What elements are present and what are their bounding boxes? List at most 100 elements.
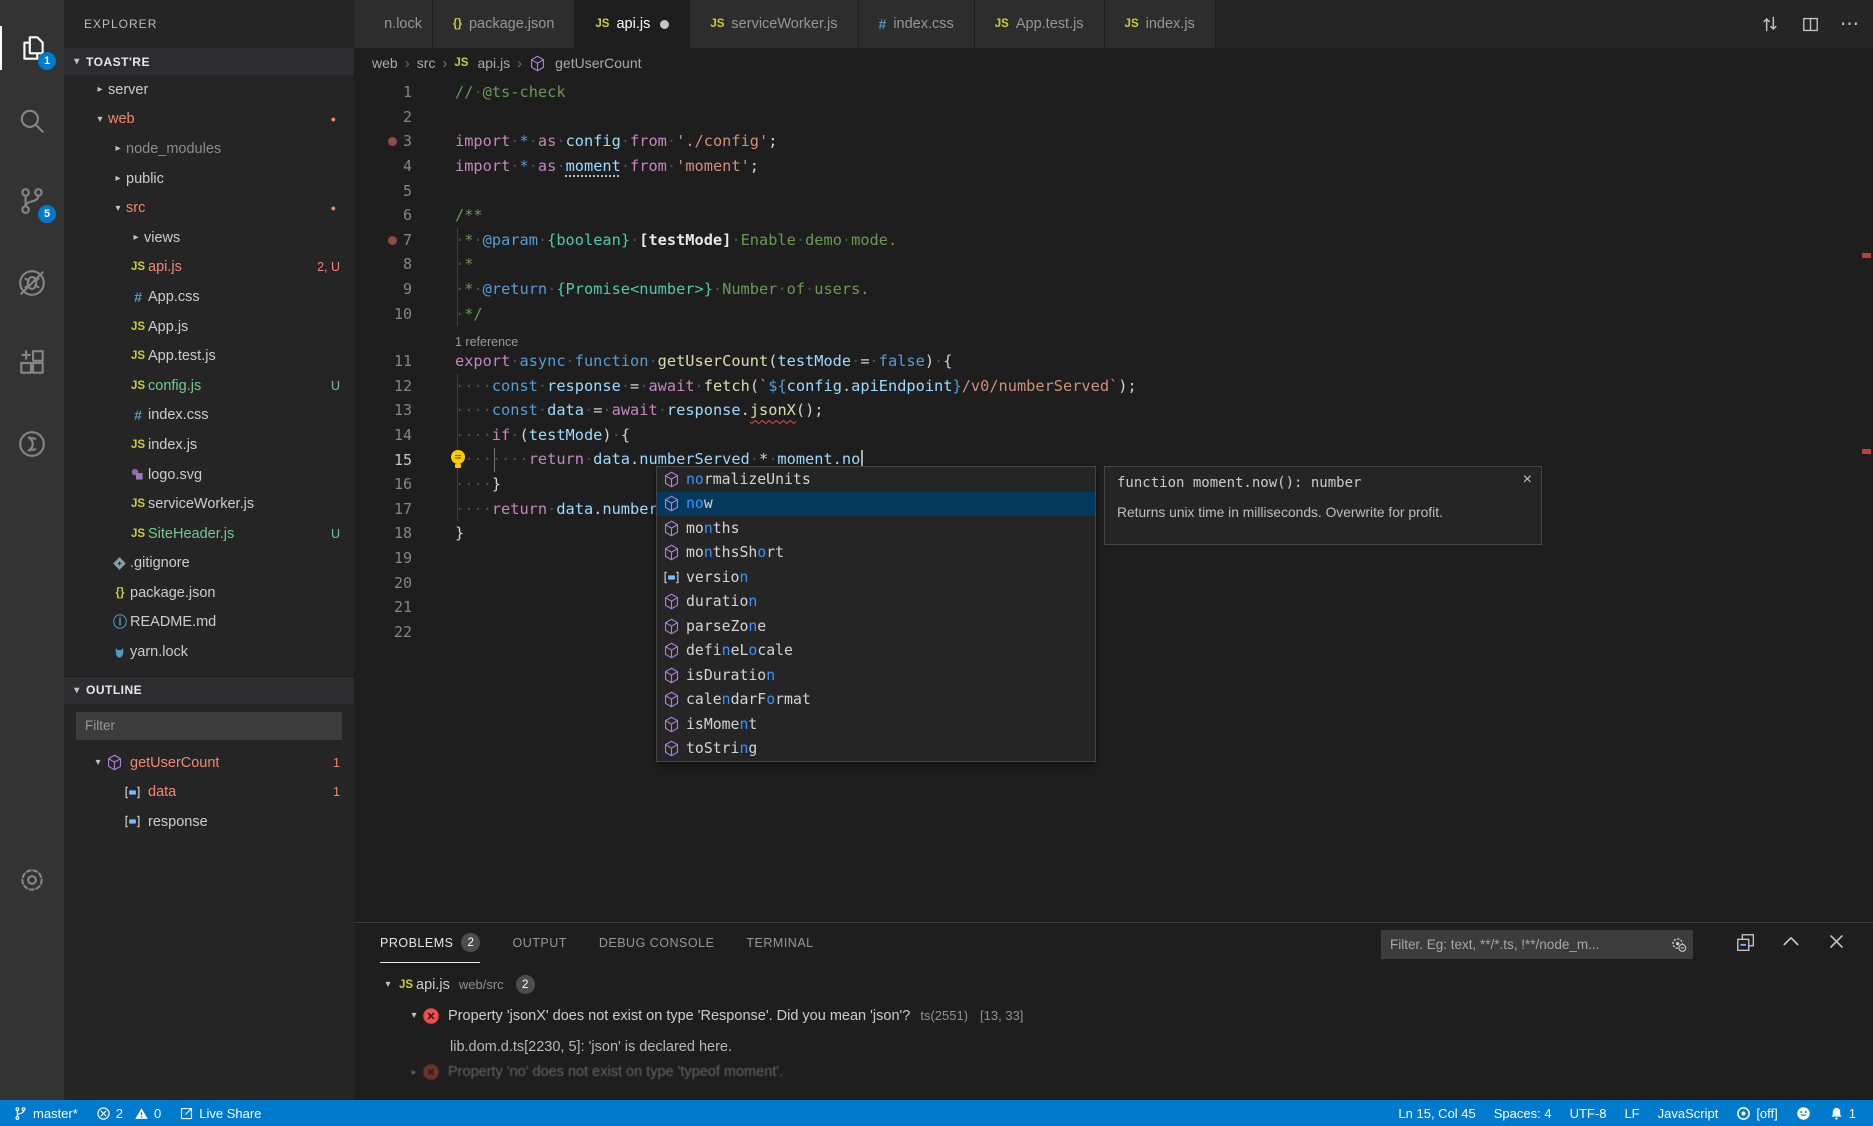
activity-item-search[interactable] — [0, 99, 64, 143]
language-mode-status[interactable]: JavaScript — [1649, 1100, 1728, 1126]
tree-item-node-modules[interactable]: ▸node_modules — [64, 134, 354, 164]
breakpoint-icon[interactable] — [388, 236, 397, 245]
code-line-6[interactable]: 6/** — [354, 203, 1861, 228]
tab-serviceworker-js[interactable]: JSserviceWorker.js — [690, 0, 858, 48]
suggest-item-ismoment[interactable]: isMoment — [657, 712, 1095, 737]
activity-item-debug[interactable] — [0, 261, 64, 305]
git-branch-status[interactable]: master* — [4, 1100, 87, 1126]
code-line-9[interactable]: 9·*·@return·{Promise<number>}·Number·of·… — [354, 277, 1861, 302]
code-line-3[interactable]: 3import·*·as·config·from·'./config'; — [354, 129, 1861, 154]
tree-item-config-js[interactable]: JSconfig.jsU — [64, 371, 354, 401]
tree-item-app-css[interactable]: #App.css — [64, 282, 354, 312]
split-editor-button[interactable] — [1797, 11, 1823, 37]
panel-tab-problems[interactable]: PROBLEMS2 — [380, 923, 480, 963]
code-line-20[interactable]: 20 — [354, 570, 1861, 595]
breadcrumb-item-src[interactable]: src — [417, 55, 436, 71]
tab-index-css[interactable]: #index.css — [859, 0, 975, 48]
project-section-header[interactable]: ▾ TOAST'RE — [64, 48, 354, 75]
tree-item-src[interactable]: ▾src● — [64, 193, 354, 223]
code-line-5[interactable]: 5 — [354, 178, 1861, 203]
suggest-item-duration[interactable]: duration — [657, 590, 1095, 615]
suggest-item-parsezone[interactable]: parseZone — [657, 614, 1095, 639]
more-actions-button[interactable]: ⋯ — [1837, 11, 1863, 37]
tree-item-views[interactable]: ▸views — [64, 223, 354, 253]
collapse-all-button[interactable] — [1735, 932, 1759, 956]
code-line-14[interactable]: 14····if·(testMode)·{ — [354, 423, 1861, 448]
outline-item-response[interactable]: response — [64, 807, 354, 837]
breadcrumb-item-web[interactable]: web — [372, 55, 398, 71]
code-line-10[interactable]: 10·*/ — [354, 301, 1861, 326]
panel-tab-output[interactable]: OUTPUT — [512, 923, 566, 963]
activity-item-source-control[interactable]: 5 — [0, 179, 64, 223]
tree-item-app-js[interactable]: JSApp.js — [64, 312, 354, 342]
tree-item-web[interactable]: ▾web● — [64, 105, 354, 135]
tree-item-package-json[interactable]: {}package.json — [64, 578, 354, 608]
activity-item-explorer[interactable]: 1 — [0, 26, 64, 70]
cursor-position-status[interactable]: Ln 15, Col 45 — [1389, 1100, 1484, 1126]
tree-item-logo-svg[interactable]: logo.svg — [64, 460, 354, 490]
code-area[interactable]: 1//·@ts-check23import·*·as·config·from·'… — [354, 80, 1861, 644]
tree-item-readme-md[interactable]: ⓘREADME.md — [64, 608, 354, 638]
tree-item-api-js[interactable]: JSapi.js2, U — [64, 253, 354, 283]
problems-error-row[interactable]: ▾ Property 'jsonX' does not exist on typ… — [354, 1000, 1873, 1031]
suggest-item-calendarformat[interactable]: calendarFormat — [657, 688, 1095, 713]
problems-filter-input[interactable] — [1381, 937, 1670, 952]
code-line-1[interactable]: 1//·@ts-check — [354, 80, 1861, 105]
panel-tab-terminal[interactable]: TERMINAL — [746, 923, 813, 963]
code-line-11[interactable]: 11export·async·function·getUserCount(tes… — [354, 349, 1861, 374]
codelens-references[interactable]: 1 reference — [354, 326, 1861, 349]
maximize-panel-button[interactable] — [1781, 932, 1805, 956]
code-line-7[interactable]: 7·*·@param·{boolean}·[testMode]·Enable·d… — [354, 228, 1861, 253]
outline-item-getusercount[interactable]: ▾getUserCount1 — [64, 748, 354, 778]
code-line-8[interactable]: 8·* — [354, 252, 1861, 277]
tree-item-yarn-lock[interactable]: yarn.lock — [64, 637, 354, 667]
tree-item-siteheader-js[interactable]: JSSiteHeader.jsU — [64, 519, 354, 549]
tree-item-server[interactable]: ▸server — [64, 75, 354, 105]
problems-partial-row[interactable]: ▸ Property 'no' does not exist on type '… — [354, 1062, 1873, 1082]
open-changes-button[interactable] — [1757, 11, 1783, 37]
tree-item-public[interactable]: ▸public — [64, 164, 354, 194]
code-line-21[interactable]: 21 — [354, 595, 1861, 620]
outline-section-header[interactable]: ▾ OUTLINE — [64, 677, 354, 704]
code-line-22[interactable]: 22 — [354, 619, 1861, 644]
indentation-status[interactable]: Spaces: 4 — [1485, 1100, 1561, 1126]
tab-n-lock[interactable]: n.lock — [354, 0, 433, 48]
breadcrumb-item-getusercount[interactable]: getUserCount — [529, 55, 641, 72]
tree-item-serviceworker-js[interactable]: JSserviceWorker.js — [64, 489, 354, 519]
close-panel-button[interactable] — [1827, 932, 1851, 956]
tree-item-index-js[interactable]: JSindex.js — [64, 430, 354, 460]
eol-status[interactable]: LF — [1615, 1100, 1648, 1126]
breadcrumb-item-api-js[interactable]: JSapi.js — [454, 55, 510, 71]
activity-item-settings[interactable] — [0, 858, 64, 902]
feedback-status[interactable]: [off] — [1727, 1100, 1786, 1126]
outline-filter-input[interactable] — [77, 718, 341, 733]
code-line-13[interactable]: 13····const·data·=·await·response.jsonX(… — [354, 398, 1861, 423]
code-line-19[interactable]: 19 — [354, 546, 1861, 571]
suggest-item-monthsshort[interactable]: monthsShort — [657, 541, 1095, 566]
close-icon[interactable]: × — [1523, 471, 1532, 489]
tree-item-index-css[interactable]: #index.css — [64, 401, 354, 431]
tweet-feedback-button[interactable] — [1787, 1100, 1820, 1126]
tab-package-json[interactable]: {}package.json — [433, 0, 575, 48]
tree-item-app-test-js[interactable]: JSApp.test.js — [64, 341, 354, 371]
notifications-status[interactable]: 1 — [1820, 1100, 1865, 1126]
problems-related-row[interactable]: lib.dom.d.ts[2230, 5]: 'json' is declare… — [354, 1031, 1873, 1062]
panel-tab-debug-console[interactable]: DEBUG CONSOLE — [599, 923, 715, 963]
tab-app-test-js[interactable]: JSApp.test.js — [975, 0, 1105, 48]
activity-item-live-share[interactable] — [0, 422, 64, 466]
tab-api-js[interactable]: JSapi.js — [575, 0, 690, 48]
code-line-12[interactable]: 12····const·response·=·await·fetch(`${co… — [354, 374, 1861, 399]
problems-file-row[interactable]: ▾ JS api.js web/src 2 — [354, 969, 1873, 1000]
problems-status[interactable]: 20 — [87, 1100, 170, 1126]
suggest-item-now[interactable]: now — [657, 492, 1095, 517]
live-share-status[interactable]: Live Share — [170, 1100, 270, 1126]
activity-item-extensions[interactable] — [0, 341, 64, 385]
suggest-item-tostring[interactable]: toString — [657, 737, 1095, 762]
encoding-status[interactable]: UTF-8 — [1561, 1100, 1616, 1126]
suggest-item-months[interactable]: months — [657, 516, 1095, 541]
outline-item-data[interactable]: data1 — [64, 777, 354, 807]
suggest-item-version[interactable]: version — [657, 565, 1095, 590]
lightbulb-icon[interactable] — [448, 448, 468, 470]
code-line-2[interactable]: 2 — [354, 105, 1861, 130]
tree-item--gitignore[interactable]: .gitignore — [64, 549, 354, 579]
